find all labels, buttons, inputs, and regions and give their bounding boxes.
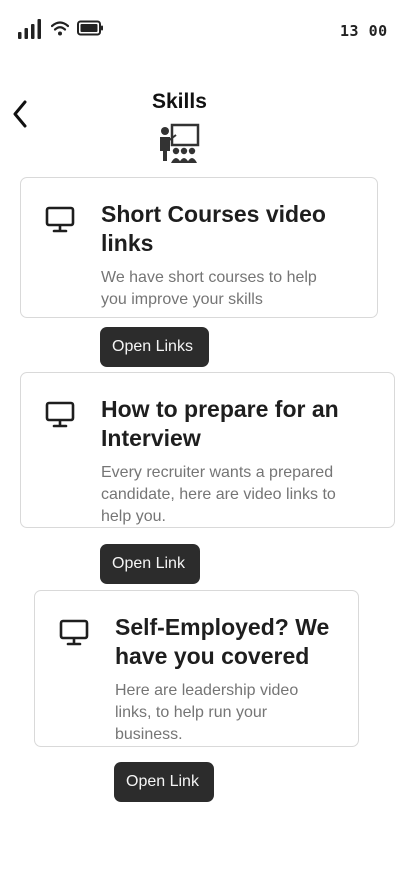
status-bar: 13 00 xyxy=(0,0,414,60)
wifi-icon xyxy=(51,21,69,36)
card-title: Self-Employed? We have you covered xyxy=(115,614,330,669)
card-short-courses: Short Courses video links We have short … xyxy=(20,177,378,318)
page-title: Skills xyxy=(152,90,207,113)
status-time: 13 00 xyxy=(340,22,388,40)
monitor-icon xyxy=(45,206,75,233)
back-chevron-icon[interactable] xyxy=(8,96,32,132)
card-self-employed: Self-Employed? We have you covered Here … xyxy=(34,590,359,747)
card-description: Here are leadership video links, to help… xyxy=(115,682,299,743)
card-description: We have short courses to help you improv… xyxy=(101,269,317,308)
card-interview-prep: How to prepare for an Interview Every re… xyxy=(20,372,395,528)
teacher-classroom-icon xyxy=(160,123,200,163)
card-description: Every recruiter wants a prepared candida… xyxy=(101,464,336,525)
open-link-button[interactable]: Open Link xyxy=(100,544,200,584)
monitor-icon xyxy=(59,619,89,646)
battery-icon xyxy=(77,20,103,36)
open-link-button[interactable]: Open Link xyxy=(114,762,214,802)
signal-icon xyxy=(18,19,41,39)
card-title: Short Courses video links xyxy=(101,201,326,256)
card-title: How to prepare for an Interview xyxy=(101,396,339,451)
open-links-button[interactable]: Open Links xyxy=(100,327,209,367)
monitor-icon xyxy=(45,401,75,428)
